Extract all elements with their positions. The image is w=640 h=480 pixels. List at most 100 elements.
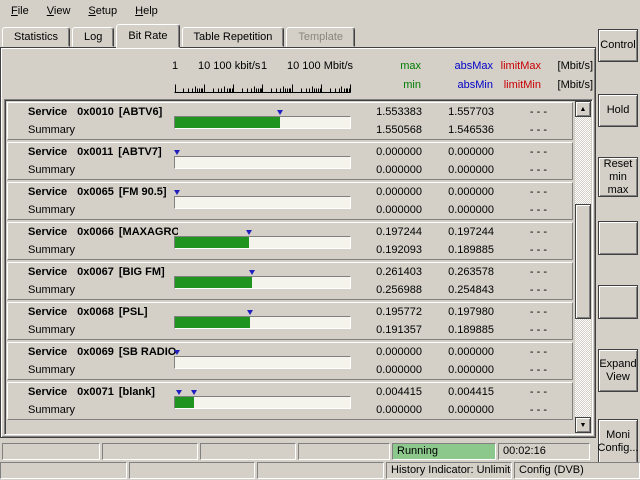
- value-absmax: 0.000000: [432, 186, 494, 198]
- control-button[interactable]: Control: [598, 29, 638, 62]
- value-limitmax: - - -: [497, 106, 547, 118]
- bitrate-bar: [174, 236, 351, 249]
- scroll-down-icon[interactable]: ▼: [575, 417, 591, 433]
- value-min: 0.191357: [344, 324, 422, 336]
- bitrate-bar-fill: [175, 397, 194, 408]
- service-name: [SB RADIO: [119, 346, 176, 358]
- header-absmax: absMax: [431, 60, 493, 72]
- value-absmax: 0.197244: [432, 226, 494, 238]
- bitrate-main-panel: 1 10 100 kbit/s 1 10 100 Mbit/s max absM…: [0, 47, 596, 438]
- tab-log[interactable]: Log: [72, 27, 114, 47]
- scrollbar-thumb[interactable]: [575, 204, 591, 319]
- statusbar-panel-2: [129, 462, 255, 479]
- service-name: [FM 90.5]: [119, 186, 167, 198]
- service-rows: Service0x0010[ABTV6] Summary 1.553383 1.…: [7, 102, 573, 432]
- expand-view-button[interactable]: Expand View: [598, 349, 638, 392]
- status-panel-1: [2, 443, 100, 460]
- bitrate-bar-fill: [175, 317, 250, 328]
- bitrate-bar: [174, 156, 351, 169]
- service-type: Service: [28, 346, 67, 358]
- value-min: 0.192093: [344, 244, 422, 256]
- service-type: Service: [28, 106, 67, 118]
- service-id: 0x0068: [77, 306, 114, 318]
- moni-config-button[interactable]: Moni Config...: [598, 419, 638, 464]
- bitrate-bar-fill: [175, 237, 249, 248]
- service-list: Service0x0010[ABTV6] Summary 1.553383 1.…: [4, 99, 593, 435]
- menu-file[interactable]: File: [2, 2, 38, 20]
- bar-marker-icon: [174, 150, 180, 155]
- status-panel-3: [200, 443, 296, 460]
- bar-marker-icon: [249, 270, 255, 275]
- bitrate-bar: [174, 356, 351, 369]
- service-row: Service0x0069[SB RADIO Summary 0.000000 …: [7, 342, 573, 380]
- header-limitmax: limitMax: [486, 60, 541, 72]
- service-row: Service0x0010[ABTV6] Summary 1.553383 1.…: [7, 102, 573, 140]
- service-summary-label: Summary: [28, 164, 75, 176]
- service-id: 0x0066: [77, 226, 114, 238]
- header-min: min: [353, 79, 421, 91]
- scale-label-2: 1: [261, 60, 267, 72]
- value-absmax: 0.197980: [432, 306, 494, 318]
- status-panel-2: [102, 443, 198, 460]
- service-summary-label: Summary: [28, 244, 75, 256]
- value-min: 0.000000: [344, 364, 422, 376]
- service-id: 0x0071: [77, 386, 114, 398]
- service-name: [MAXAGRO: [119, 226, 178, 238]
- scale-label-mbit: 10 100 Mbit/s: [287, 60, 353, 72]
- blank-button-2[interactable]: [598, 285, 638, 319]
- running-status-badge: Running: [392, 443, 496, 460]
- reset-min-max-button[interactable]: Reset min max: [598, 157, 638, 197]
- service-id: 0x0010: [77, 106, 114, 118]
- value-max: 0.261403: [344, 266, 422, 278]
- service-type: Service: [28, 146, 67, 158]
- blank-button-1[interactable]: [598, 221, 638, 255]
- service-type: Service: [28, 386, 67, 398]
- value-limitmin: - - -: [497, 164, 547, 176]
- menu-setup[interactable]: Setup: [79, 2, 126, 20]
- bitrate-bar: [174, 116, 351, 129]
- tab-bit-rate[interactable]: Bit Rate: [116, 24, 179, 48]
- menu-view[interactable]: View: [38, 2, 80, 20]
- bitrate-bar-fill: [175, 277, 252, 288]
- header-max: max: [353, 60, 421, 72]
- value-absmin: 0.189885: [432, 324, 494, 336]
- value-absmin: 0.254843: [432, 284, 494, 296]
- value-limitmin: - - -: [497, 324, 547, 336]
- value-limitmax: - - -: [497, 226, 547, 238]
- vertical-scrollbar[interactable]: ▲ ▼: [575, 101, 591, 433]
- tab-table-repetition[interactable]: Table Repetition: [182, 27, 285, 47]
- value-limitmin: - - -: [497, 404, 547, 416]
- statusbar-panel-1: [0, 462, 127, 479]
- header-unit-min: [Mbit/s]: [547, 79, 593, 91]
- service-name: [ABTV7]: [118, 146, 161, 158]
- scrollbar-track[interactable]: [575, 117, 591, 417]
- value-max: 0.195772: [344, 306, 422, 318]
- value-min: 0.000000: [344, 164, 422, 176]
- service-row: Service0x0065[FM 90.5] Summary 0.000000 …: [7, 182, 573, 220]
- service-name: [PSL]: [119, 306, 148, 318]
- statusbar-panel-3: [257, 462, 384, 479]
- bar-marker-icon: [277, 110, 283, 115]
- tab-statistics[interactable]: Statistics: [2, 27, 70, 47]
- bitrate-bar: [174, 196, 351, 209]
- status-panel-4: [298, 443, 390, 460]
- value-limitmax: - - -: [497, 146, 547, 158]
- hold-button[interactable]: Hold: [598, 94, 638, 127]
- value-limitmax: - - -: [497, 306, 547, 318]
- header-limitmin: limitMin: [486, 79, 541, 91]
- value-absmax: 0.263578: [432, 266, 494, 278]
- value-limitmax: - - -: [497, 266, 547, 278]
- value-absmin: 0.000000: [432, 204, 494, 216]
- header-absmin: absMin: [431, 79, 493, 91]
- service-summary-label: Summary: [28, 364, 75, 376]
- menu-bar: FileViewSetupHelp: [0, 0, 640, 22]
- value-max: 1.553383: [344, 106, 422, 118]
- service-row: Service0x0068[PSL] Summary 0.195772 0.19…: [7, 302, 573, 340]
- menu-help[interactable]: Help: [126, 2, 167, 20]
- value-limitmax: - - -: [497, 346, 547, 358]
- value-max: 0.000000: [344, 346, 422, 358]
- tab-bar: StatisticsLogBit RateTable RepetitionTem…: [2, 24, 357, 47]
- value-absmax: 0.004415: [432, 386, 494, 398]
- value-absmin: 0.189885: [432, 244, 494, 256]
- scroll-up-icon[interactable]: ▲: [575, 101, 591, 117]
